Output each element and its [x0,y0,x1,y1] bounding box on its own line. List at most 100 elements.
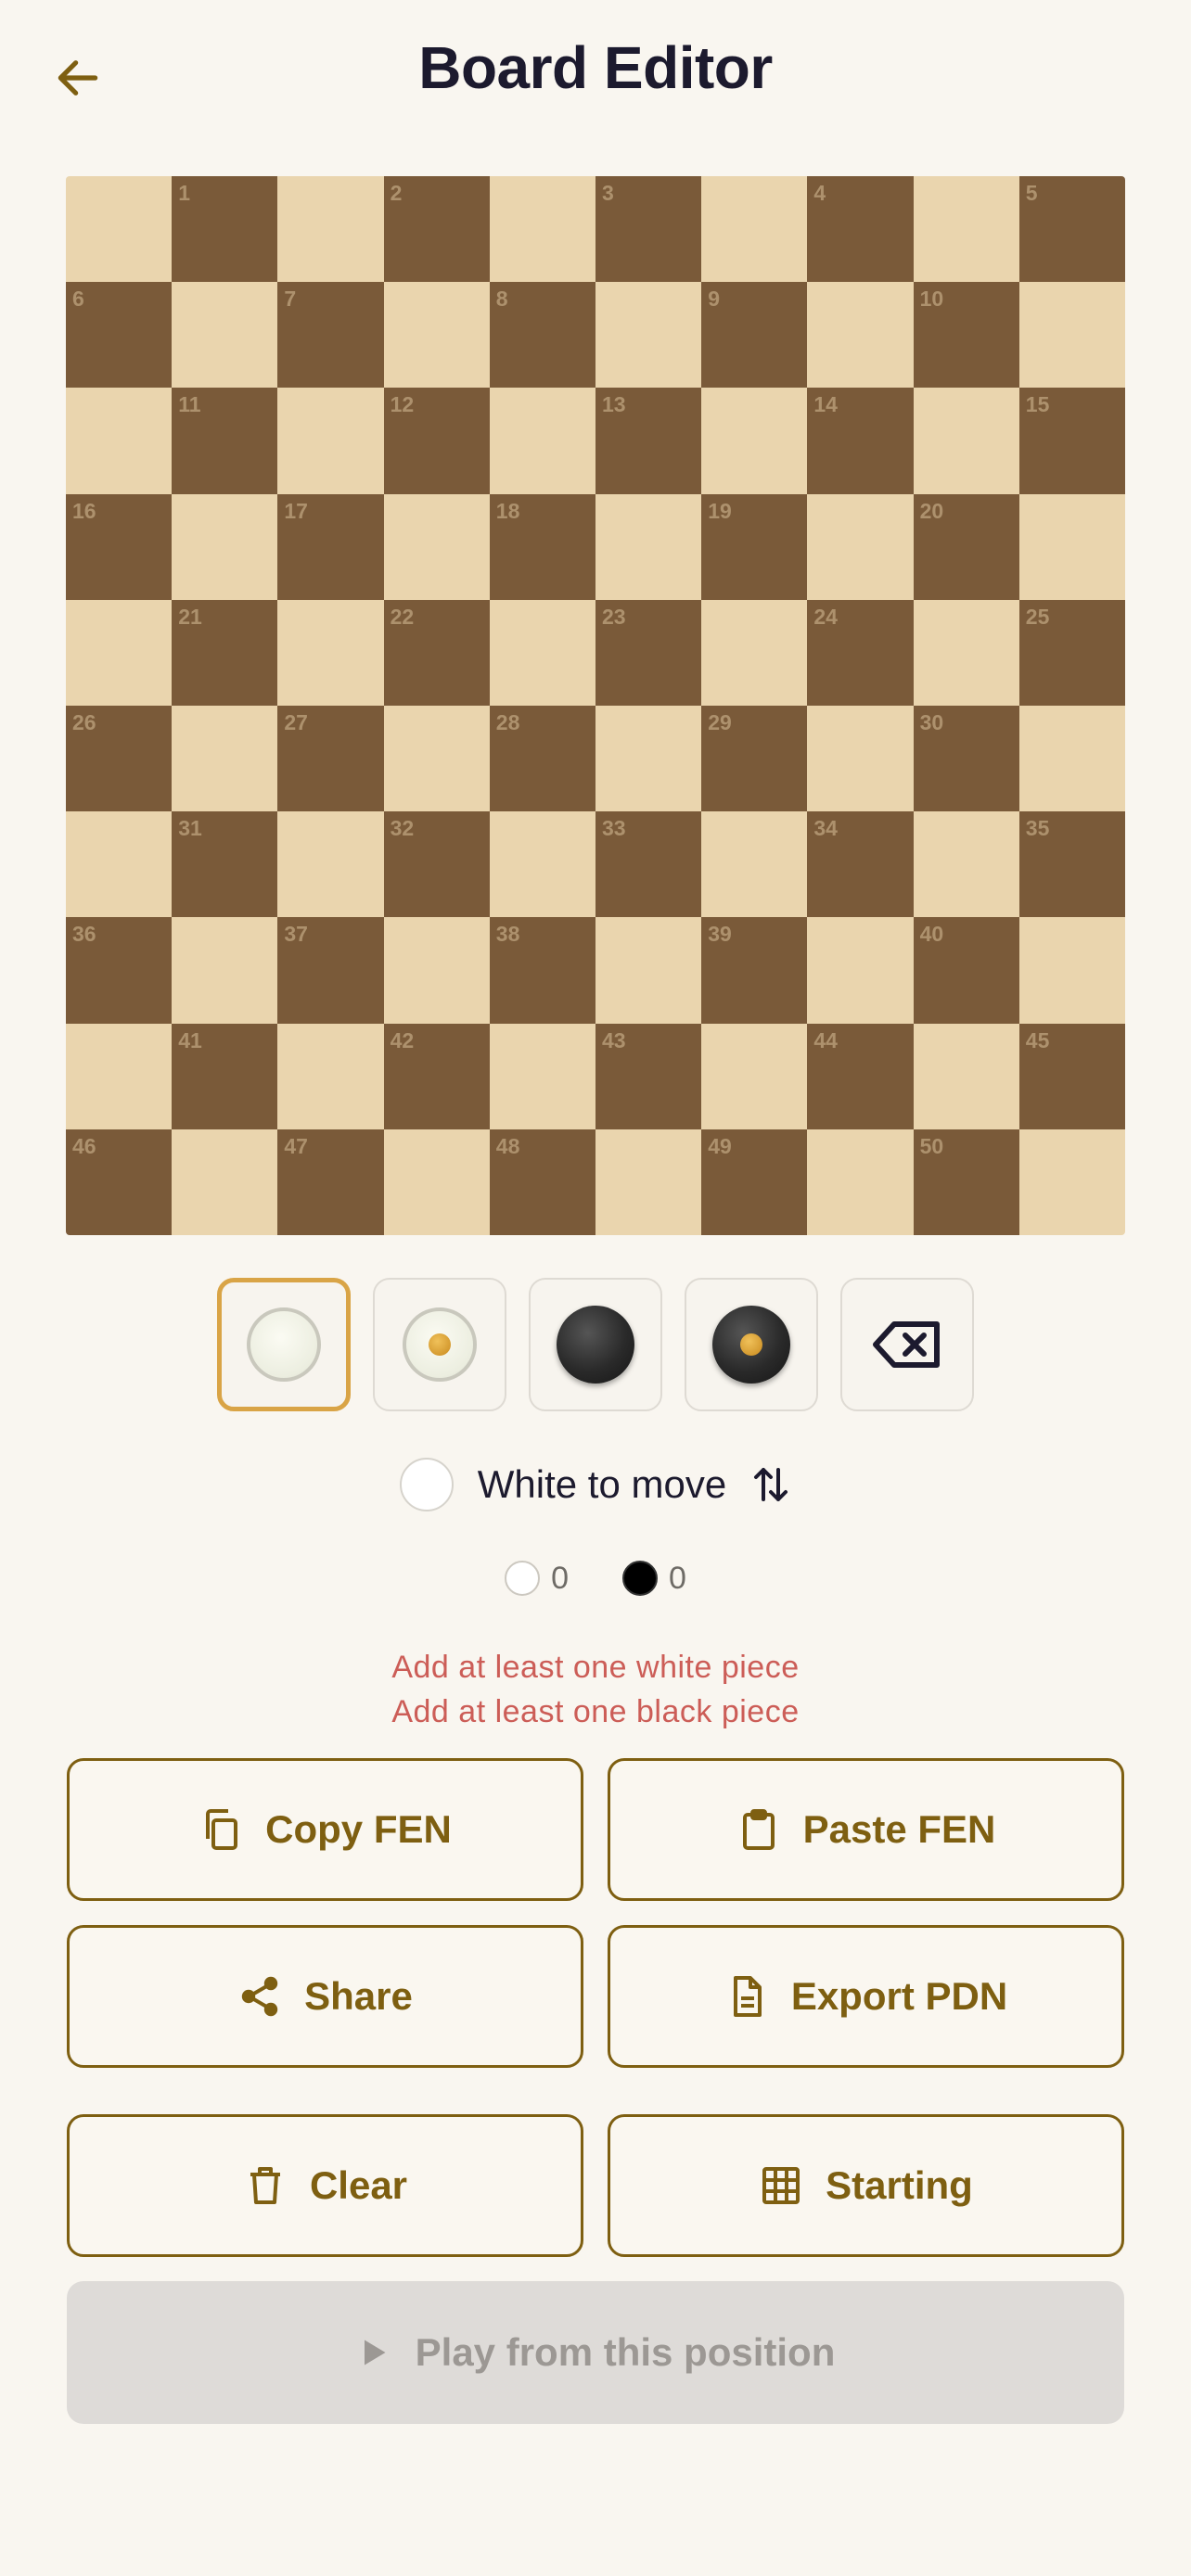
clear-button[interactable]: Clear [67,2114,583,2257]
board-square-38[interactable]: 38 [489,917,596,1024]
square-number: 50 [919,1133,944,1158]
board-square-15[interactable]: 15 [1018,388,1125,494]
starting-label: Starting [826,2163,973,2207]
square-number: 32 [390,816,415,841]
white-dot-icon [505,1561,541,1596]
square-number: 12 [390,392,415,417]
board-square-5[interactable]: 5 [1018,176,1125,283]
board-light-square [913,388,1019,494]
board-square-22[interactable]: 22 [383,599,490,706]
board-square-7[interactable]: 7 [277,282,384,389]
board-square-20[interactable]: 20 [913,493,1019,600]
square-number: 22 [390,604,415,629]
board-square-4[interactable]: 4 [807,176,914,283]
board-square-6[interactable]: 6 [66,282,173,389]
board-square-49[interactable]: 49 [701,1129,808,1235]
board-square-50[interactable]: 50 [913,1129,1019,1235]
board-square-44[interactable]: 44 [807,1023,914,1129]
board-square-24[interactable]: 24 [807,599,914,706]
board-square-14[interactable]: 14 [807,388,914,494]
board-square-39[interactable]: 39 [701,917,808,1024]
board-square-18[interactable]: 18 [489,493,596,600]
board-square-34[interactable]: 34 [807,811,914,918]
board-square-43[interactable]: 43 [595,1023,702,1129]
piece-palette [217,1278,974,1413]
square-number: 5 [1025,181,1038,205]
starting-button[interactable]: Starting [608,2114,1124,2257]
board-square-2[interactable]: 2 [383,176,490,283]
board-square-40[interactable]: 40 [913,917,1019,1024]
square-number: 48 [495,1133,520,1158]
board-square-19[interactable]: 19 [701,493,808,600]
palette-white-king-button[interactable] [373,1278,506,1411]
board-square-42[interactable]: 42 [383,1023,490,1129]
white-king-icon [403,1307,477,1382]
board-square-30[interactable]: 30 [913,705,1019,812]
clipboard-icon [742,1809,775,1850]
board-light-square [913,599,1019,706]
board-light-square [1018,917,1125,1024]
board-square-36[interactable]: 36 [66,917,173,1024]
swap-vertical-icon[interactable] [750,1464,791,1505]
board-square-41[interactable]: 41 [172,1023,278,1129]
square-number: 16 [72,498,96,523]
palette-black-man-button[interactable] [529,1278,662,1411]
board-square-8[interactable]: 8 [489,282,596,389]
play-from-position-button[interactable]: Play from this position [67,2281,1124,2424]
board-square-48[interactable]: 48 [489,1129,596,1235]
square-number: 25 [1025,604,1050,629]
board-square-21[interactable]: 21 [172,599,278,706]
board-square-17[interactable]: 17 [277,493,384,600]
board-square-26[interactable]: 26 [66,705,173,812]
board-square-31[interactable]: 31 [172,811,278,918]
board-light-square [913,1023,1019,1129]
board-square-27[interactable]: 27 [277,705,384,812]
export-pdn-label: Export PDN [790,1974,1008,2018]
board-square-16[interactable]: 16 [66,493,173,600]
square-number: 13 [601,392,626,417]
board-square-10[interactable]: 10 [913,282,1019,389]
board-square-35[interactable]: 35 [1018,811,1125,918]
turn-color-toggle[interactable] [399,1458,454,1511]
palette-eraser-button[interactable] [840,1278,974,1411]
copy-fen-button[interactable]: Copy FEN [67,1758,583,1901]
board-square-46[interactable]: 46 [66,1129,173,1235]
board-square-25[interactable]: 25 [1018,599,1125,706]
palette-white-man-button[interactable] [217,1278,351,1411]
board-square-13[interactable]: 13 [595,388,702,494]
board-square-45[interactable]: 45 [1018,1023,1125,1129]
board-light-square [701,388,808,494]
square-number: 9 [708,287,720,312]
square-number: 8 [495,287,508,312]
square-number: 39 [708,922,732,947]
board-light-square [277,176,384,283]
export-pdn-button[interactable]: Export PDN [608,1925,1124,2068]
board-square-9[interactable]: 9 [701,282,808,389]
square-number: 21 [178,604,202,629]
board-square-47[interactable]: 47 [277,1129,384,1235]
board-square-1[interactable]: 1 [172,176,278,283]
board-square-29[interactable]: 29 [701,705,808,812]
board-square-3[interactable]: 3 [595,176,702,283]
share-button[interactable]: Share [67,1925,583,2068]
board-light-square [807,493,914,600]
board-square-23[interactable]: 23 [595,599,702,706]
board-square-33[interactable]: 33 [595,811,702,918]
board-square-28[interactable]: 28 [489,705,596,812]
board-light-square [383,917,490,1024]
square-number: 7 [284,287,297,312]
king-marker [429,1333,451,1356]
board-square-32[interactable]: 32 [383,811,490,918]
board-square-37[interactable]: 37 [277,917,384,1024]
board-light-square [1018,1129,1125,1235]
square-number: 42 [390,1027,415,1052]
board-light-square [277,1023,384,1129]
board-square-12[interactable]: 12 [383,388,490,494]
square-number: 24 [813,604,838,629]
checkers-board[interactable]: 1 2 3 4 5 6 7 8 9 10 11 12 13 14 15 16 17 18 19 20 21 22 23 24 2… [66,176,1125,1235]
paste-fen-button[interactable]: Paste FEN [608,1758,1124,1901]
board-light-square [277,599,384,706]
share-icon [241,1976,278,2017]
board-square-11[interactable]: 11 [172,388,278,494]
palette-black-king-button[interactable] [685,1278,818,1411]
